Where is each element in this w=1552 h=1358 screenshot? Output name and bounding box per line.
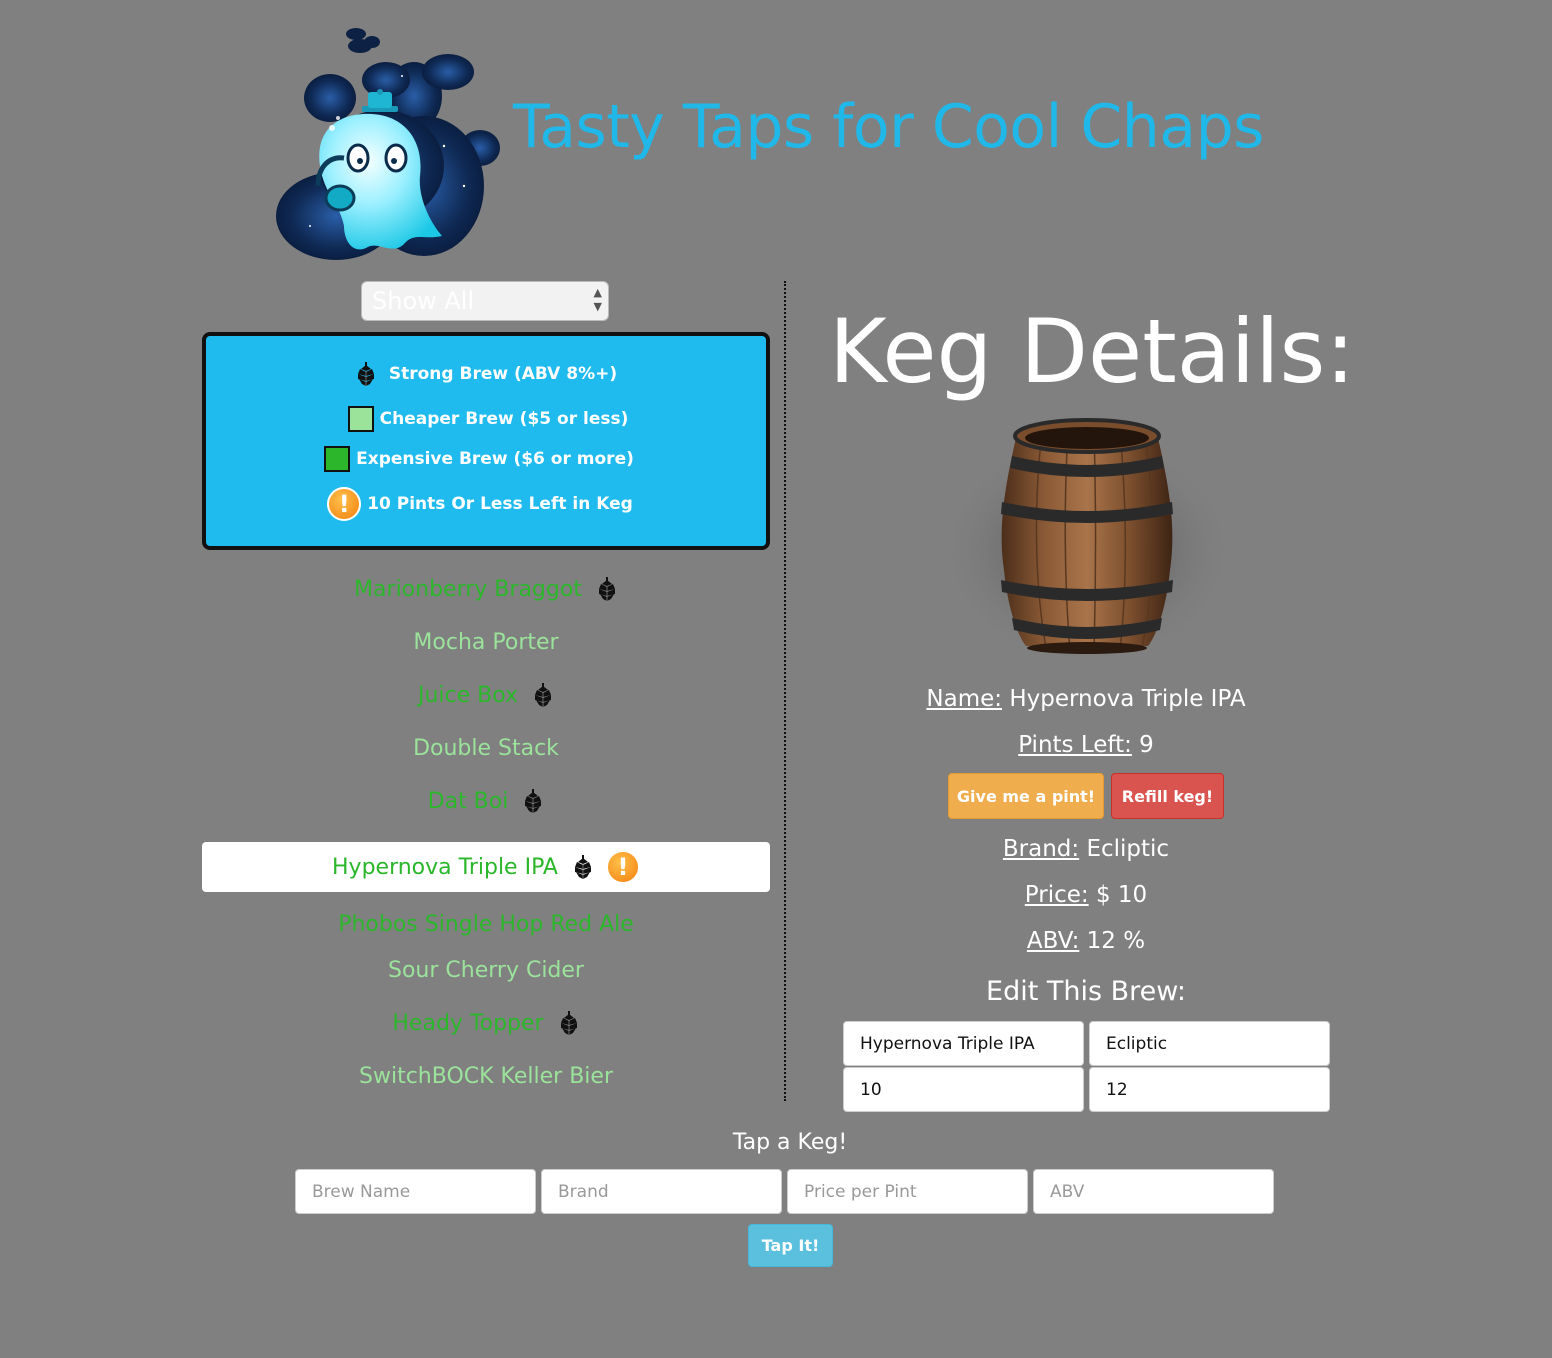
edit-brew-title: Edit This Brew: — [986, 976, 1186, 1007]
keg-name: Phobos Single Hop Red Ale — [338, 911, 634, 937]
warning-icon: ! — [327, 487, 362, 521]
legend-cheap-label: Cheaper Brew ($5 or less) — [379, 409, 629, 429]
price-value: $ 10 — [1095, 882, 1148, 908]
edit-name-field[interactable] — [843, 1021, 1084, 1066]
legend-low-label: 10 Pints Or Less Left in Keg — [367, 494, 633, 514]
legend-expensive: Expensive Brew ($6 or more) — [206, 446, 766, 472]
keg-name: Double Stack — [413, 735, 559, 761]
legend-strong-label: Strong Brew (ABV 8%+) — [388, 364, 618, 384]
filter-select[interactable]: Show All ▲ ▼ — [361, 281, 609, 321]
detail-brand: Brand: Ecliptic — [829, 836, 1343, 862]
hop-icon — [355, 362, 377, 386]
legend-strong: Strong Brew (ABV 8%+) — [206, 362, 766, 386]
select-arrows-icon: ▲ ▼ — [593, 286, 602, 313]
filter-selected-value: Show All — [372, 287, 475, 315]
page-title: Tasty Taps for Cool Chaps — [513, 92, 1264, 162]
legend-panel: Strong Brew (ABV 8%+) Cheaper Brew ($5 o… — [202, 332, 770, 550]
keg-name: Juice Box — [417, 682, 519, 708]
abv-input[interactable] — [1033, 1169, 1274, 1214]
price-label: Price: — [1024, 882, 1089, 908]
name-value: Hypernova Triple IPA — [1009, 686, 1246, 712]
keg-name: Sour Cherry Cider — [388, 957, 584, 983]
edit-price-field[interactable] — [843, 1067, 1084, 1112]
keg-details-heading: Keg Details: — [829, 300, 1356, 403]
pints-label: Pints Left: — [1018, 732, 1132, 758]
legend-low: ! 10 Pints Or Less Left in Keg — [206, 487, 766, 521]
hop-icon — [522, 789, 544, 813]
keg-list-item[interactable]: Hypernova Triple IPA! — [202, 842, 770, 892]
keg-name: Mocha Porter — [413, 629, 559, 655]
tap-keg-title: Tap a Keg! — [732, 1130, 848, 1155]
keg-name: SwitchBOCK Keller Bier — [359, 1063, 613, 1089]
keg-name: Marionberry Braggot — [354, 576, 582, 602]
refill-keg-button[interactable]: Refill keg! — [1111, 773, 1224, 819]
tap-it-button[interactable]: Tap It! — [748, 1224, 833, 1267]
edit-brand-field[interactable] — [1089, 1021, 1330, 1066]
keg-list-item[interactable]: Phobos Single Hop Red Ale — [202, 899, 770, 949]
keg-list-item[interactable]: Sour Cherry Cider — [202, 945, 770, 995]
keg-name: Hypernova Triple IPA — [332, 854, 558, 880]
keg-name: Heady Topper — [392, 1010, 544, 1036]
price-input[interactable] — [787, 1169, 1028, 1214]
name-label: Name: — [926, 686, 1003, 712]
expensive-swatch — [324, 446, 351, 472]
detail-abv: ABV: 12 % — [829, 928, 1343, 954]
legend-expensive-label: Expensive Brew ($6 or more) — [356, 449, 634, 469]
keg-list-item[interactable]: Double Stack — [202, 723, 770, 773]
brand-value: Ecliptic — [1086, 836, 1170, 862]
abv-label: ABV: — [1026, 928, 1080, 954]
brand-label: Brand: — [1002, 836, 1080, 862]
keg-list-item[interactable]: Heady Topper — [202, 998, 770, 1048]
detail-pints: Pints Left: 9 — [829, 732, 1343, 758]
hop-icon — [558, 1011, 580, 1035]
hop-icon — [596, 577, 618, 601]
keg-list-item[interactable]: SwitchBOCK Keller Bier — [202, 1051, 770, 1101]
detail-price: Price: $ 10 — [829, 882, 1343, 908]
keg-name: Dat Boi — [427, 788, 509, 814]
keg-list-item[interactable]: Mocha Porter — [202, 617, 770, 667]
warning-icon: ! — [605, 850, 640, 884]
detail-name: Name: Hypernova Triple IPA — [829, 686, 1343, 712]
barrel-image — [934, 410, 1240, 672]
column-divider — [784, 281, 786, 1101]
give-pint-button[interactable]: Give me a pint! — [948, 773, 1104, 819]
ghost-logo — [274, 26, 502, 260]
brew-name-input[interactable] — [295, 1169, 536, 1214]
cheap-swatch — [347, 406, 374, 432]
abv-value: 12 % — [1086, 928, 1146, 954]
edit-abv-field[interactable] — [1089, 1067, 1330, 1112]
keg-list-item[interactable]: Dat Boi — [202, 776, 770, 826]
keg-list-item[interactable]: Juice Box — [202, 670, 770, 720]
hop-icon — [572, 855, 594, 879]
pints-value: 9 — [1139, 732, 1154, 758]
brand-input[interactable] — [541, 1169, 782, 1214]
keg-list-item[interactable]: Marionberry Braggot — [202, 564, 770, 614]
legend-cheap: Cheaper Brew ($5 or less) — [206, 406, 766, 432]
hop-icon — [532, 683, 554, 707]
